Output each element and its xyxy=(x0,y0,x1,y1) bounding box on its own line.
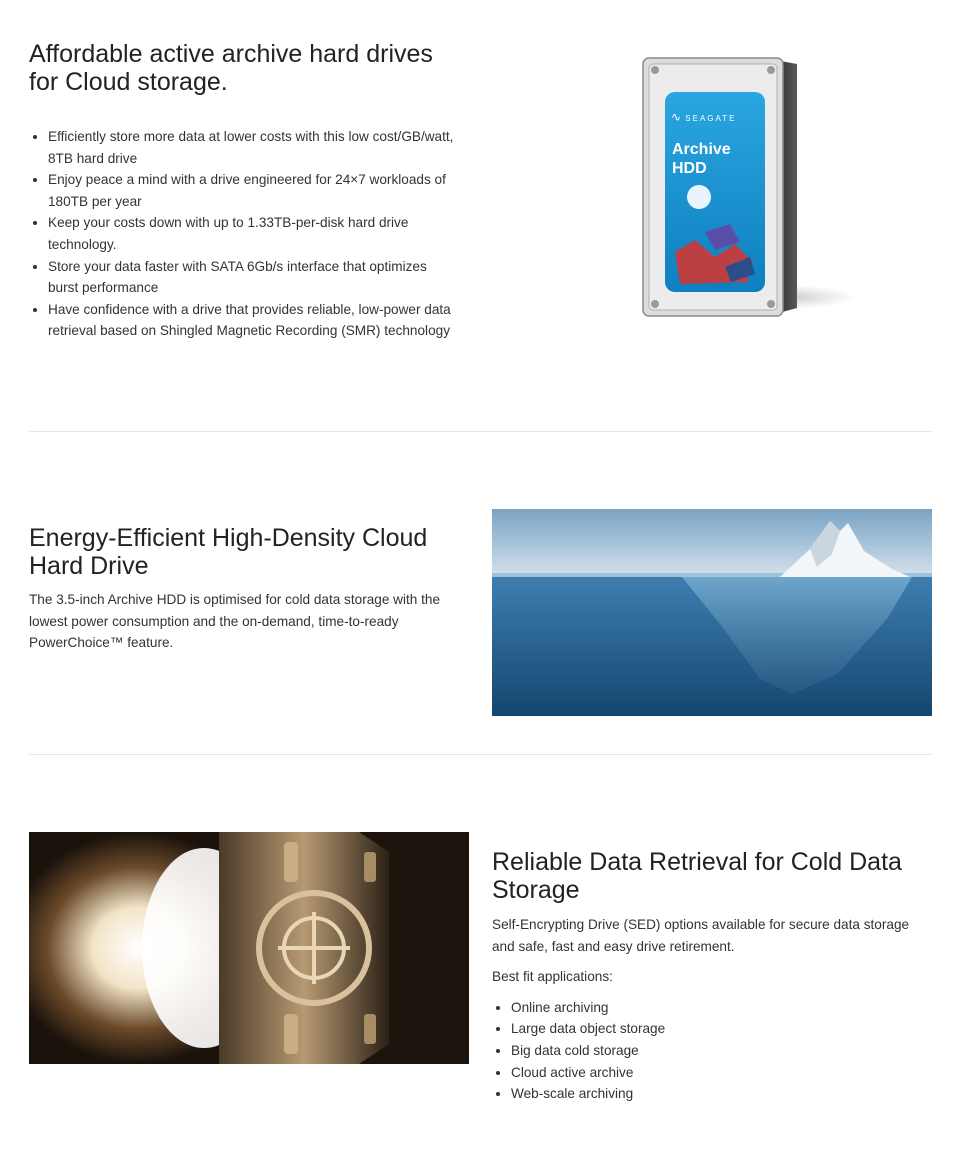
list-item: Large data object storage xyxy=(511,1018,932,1040)
feature-list: Efficiently store more data at lower cos… xyxy=(29,126,488,342)
title-line: for Cloud storage. xyxy=(29,68,228,96)
section-divider xyxy=(29,754,932,755)
list-item: Keep your costs down with up to 1.33TB-p… xyxy=(48,212,488,255)
title-line: Storage xyxy=(492,876,580,904)
list-item: Have confidence with a drive that provid… xyxy=(48,299,488,342)
seagate-logo: ∿ SEAGATE xyxy=(671,110,737,124)
list-item: Web-scale archiving xyxy=(511,1083,932,1105)
list-item: Store your data faster with SATA 6Gb/s i… xyxy=(48,256,488,299)
title-line: Hard Drive xyxy=(29,552,149,580)
section-title: Energy-Efficient High-Density Cloud Hard… xyxy=(29,524,469,580)
applications-list: Online archiving Large data object stora… xyxy=(492,997,932,1105)
list-item: Online archiving xyxy=(511,997,932,1019)
section-body: The 3.5-inch Archive HDD is optimised fo… xyxy=(29,592,441,651)
title-line: Affordable active archive hard drives xyxy=(29,40,433,68)
list-item: Efficiently store more data at lower cos… xyxy=(48,126,488,169)
section-divider xyxy=(29,431,932,432)
section-data-retrieval: Reliable Data Retrieval for Cold Data St… xyxy=(492,848,932,1105)
title-line: Energy-Efficient High-Density Cloud xyxy=(29,524,428,552)
applications-label: Best fit applications: xyxy=(492,969,613,985)
list-item: Big data cold storage xyxy=(511,1040,932,1062)
archive-hdd-image: ∿ SEAGATE Archive HDD xyxy=(635,52,860,324)
section-title: Reliable Data Retrieval for Cold Data St… xyxy=(492,848,932,904)
vault-image xyxy=(29,832,469,1064)
title-line: Reliable Data Retrieval for Cold Data xyxy=(492,848,902,876)
drive-label-text: Archive HDD xyxy=(672,141,731,177)
list-item: Cloud active archive xyxy=(511,1062,932,1084)
section-body: Self-Encrypting Drive (SED) options avai… xyxy=(492,917,910,954)
section-energy-efficient: Energy-Efficient High-Density Cloud Hard… xyxy=(29,524,469,654)
seagate-icon: ∿ xyxy=(671,110,682,124)
iceberg-image xyxy=(492,509,932,716)
list-item: Enjoy peace a mind with a drive engineer… xyxy=(48,169,488,212)
